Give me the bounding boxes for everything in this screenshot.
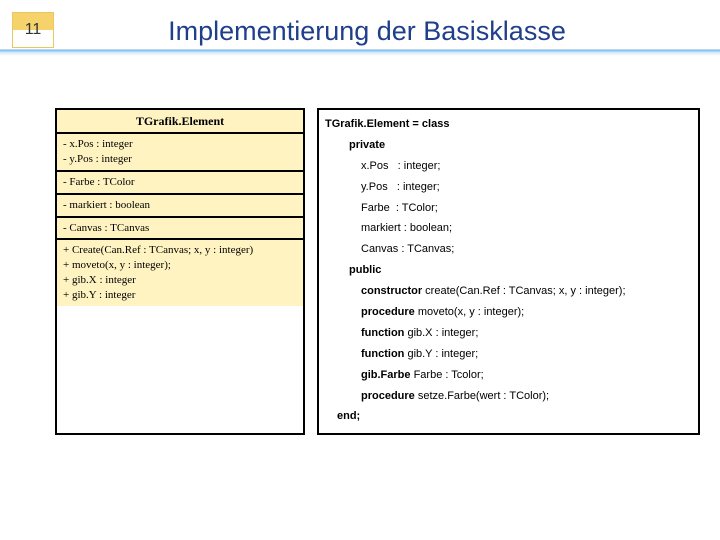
uml-section-2: - Farbe : TColor bbox=[57, 172, 303, 195]
code-text: TGrafik.Element = bbox=[325, 118, 422, 130]
slide-content: TGrafik.Element - x.Pos : integer - y.Po… bbox=[0, 58, 720, 435]
uml-attr: - y.Pos : integer bbox=[63, 152, 297, 167]
code-box: TGrafik.Element = class private x.Pos : … bbox=[317, 108, 700, 435]
code-line: function gib.Y : integer; bbox=[325, 344, 692, 365]
uml-section-5: + Create(Can.Ref : TCanvas; x, y : integ… bbox=[57, 240, 303, 305]
code-line: private bbox=[325, 135, 692, 156]
code-line: constructor create(Can.Ref : TCanvas; x,… bbox=[325, 281, 692, 302]
code-line: procedure setze.Farbe(wert : TColor); bbox=[325, 386, 692, 407]
slide-header: 11 Implementierung der Basisklasse bbox=[0, 0, 720, 58]
code-keyword: private bbox=[349, 139, 385, 151]
code-keyword: end; bbox=[337, 410, 360, 422]
uml-method: + gib.X : integer bbox=[63, 273, 297, 288]
uml-method: + moveto(x, y : integer); bbox=[63, 258, 297, 273]
code-keyword: function bbox=[361, 348, 404, 360]
page-number: 11 bbox=[25, 21, 42, 39]
uml-class-box: TGrafik.Element - x.Pos : integer - y.Po… bbox=[55, 108, 305, 435]
uml-method: + gib.Y : integer bbox=[63, 288, 297, 303]
code-line: public bbox=[325, 260, 692, 281]
code-line: procedure moveto(x, y : integer); bbox=[325, 302, 692, 323]
code-text: gib.Y : integer; bbox=[404, 348, 478, 360]
uml-class-name: TGrafik.Element bbox=[57, 110, 303, 134]
code-line: function gib.X : integer; bbox=[325, 323, 692, 344]
code-keyword: public bbox=[349, 264, 381, 276]
code-text: moveto(x, y : integer); bbox=[415, 306, 524, 318]
uml-attr: - Farbe : TColor bbox=[63, 175, 297, 190]
code-line: x.Pos : integer; bbox=[325, 156, 692, 177]
code-line: gib.Farbe Farbe : Tcolor; bbox=[325, 365, 692, 386]
uml-attr: - Canvas : TCanvas bbox=[63, 221, 297, 236]
code-line: y.Pos : integer; bbox=[325, 177, 692, 198]
code-line: Canvas : TCanvas; bbox=[325, 239, 692, 260]
code-keyword: procedure bbox=[361, 306, 415, 318]
uml-section-1: - x.Pos : integer - y.Pos : integer bbox=[57, 134, 303, 172]
code-line: end; bbox=[325, 406, 692, 427]
code-keyword: class bbox=[422, 118, 450, 130]
code-keyword: function bbox=[361, 327, 404, 339]
uml-attr: - x.Pos : integer bbox=[63, 137, 297, 152]
code-line: TGrafik.Element = class bbox=[325, 114, 692, 135]
code-text: Farbe : Tcolor; bbox=[411, 369, 484, 381]
code-line: markiert : boolean; bbox=[325, 218, 692, 239]
page-number-box: 11 bbox=[12, 12, 54, 48]
code-text: setze.Farbe(wert : TColor); bbox=[415, 390, 549, 402]
code-keyword: gib.Farbe bbox=[361, 369, 411, 381]
uml-section-4: - Canvas : TCanvas bbox=[57, 218, 303, 241]
uml-section-3: - markiert : boolean bbox=[57, 195, 303, 218]
code-text: gib.X : integer; bbox=[404, 327, 478, 339]
slide-title: Implementierung der Basisklasse bbox=[54, 10, 720, 47]
code-text: create(Can.Ref : TCanvas; x, y : integer… bbox=[422, 285, 625, 297]
code-keyword: constructor bbox=[361, 285, 422, 297]
code-keyword: procedure bbox=[361, 390, 415, 402]
uml-method: + Create(Can.Ref : TCanvas; x, y : integ… bbox=[63, 243, 297, 258]
code-line: Farbe : TColor; bbox=[325, 198, 692, 219]
uml-attr: - markiert : boolean bbox=[63, 198, 297, 213]
